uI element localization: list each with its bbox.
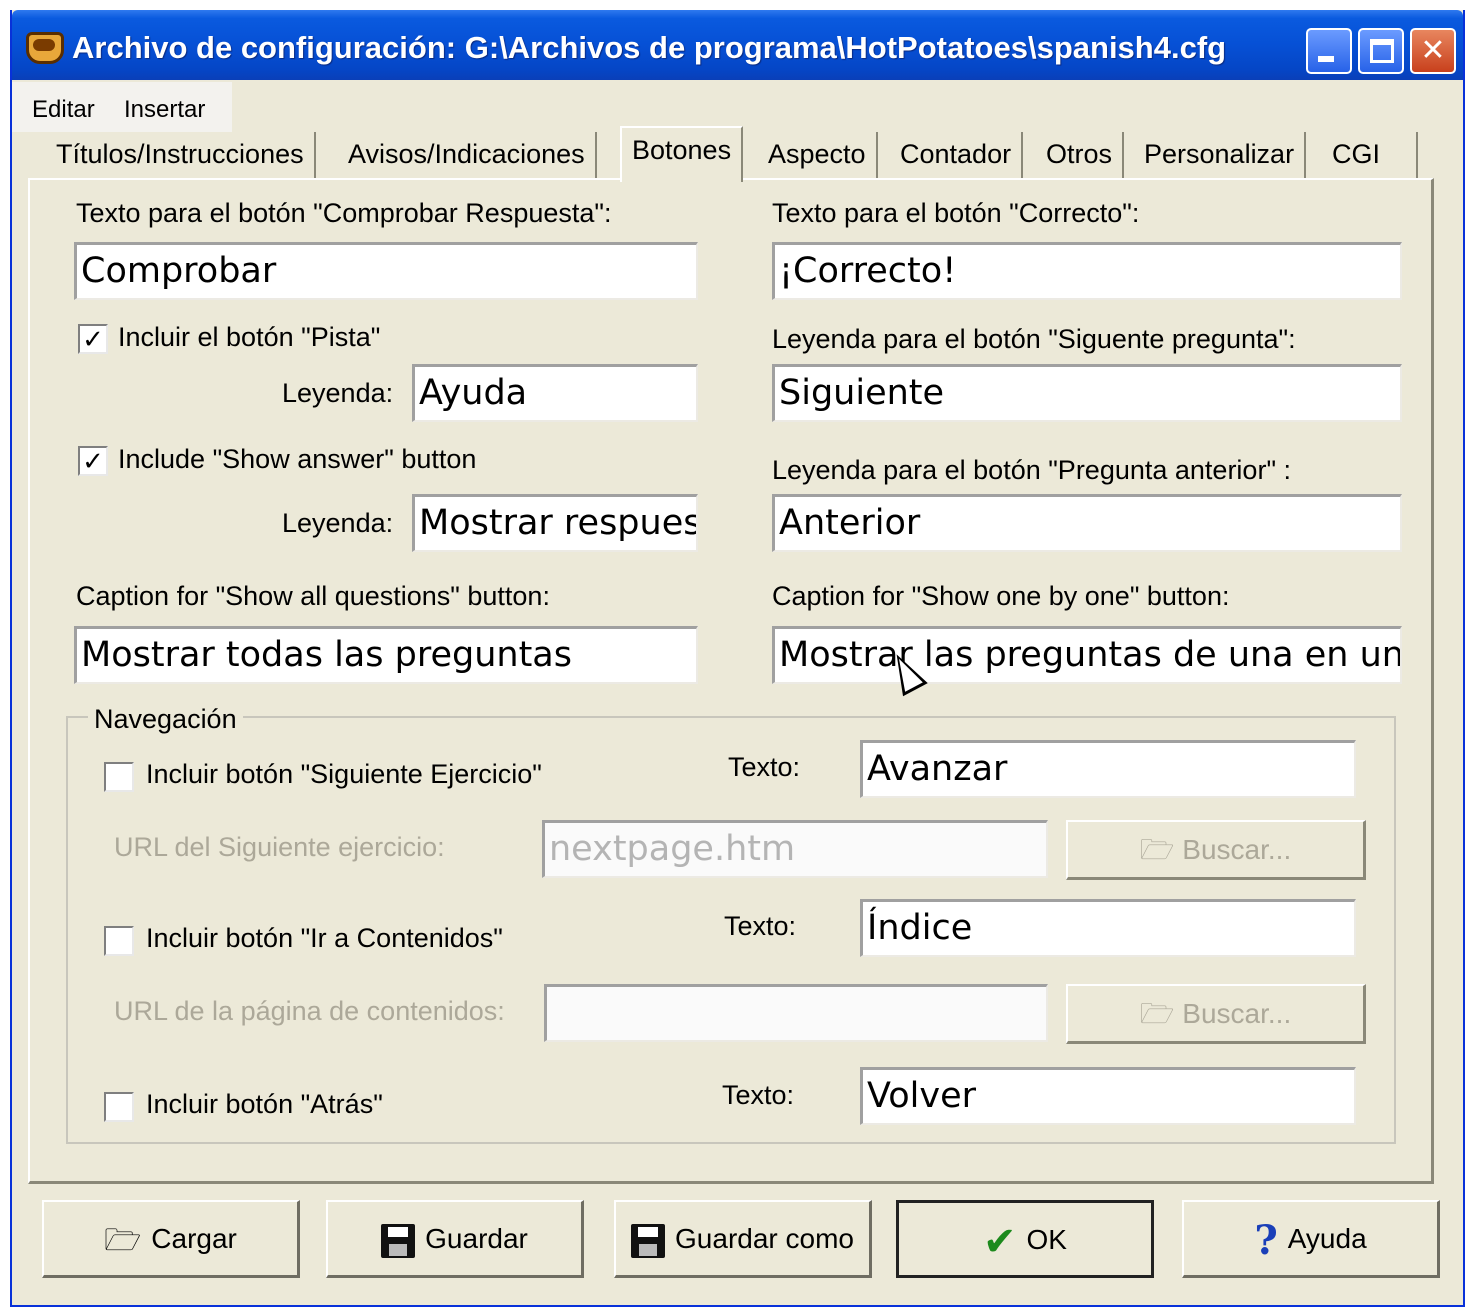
show-one-input[interactable]: Mostrar las preguntas de una en una: [772, 626, 1402, 684]
tab-avisos[interactable]: Avisos/Indicaciones: [338, 132, 597, 180]
menu-bar: Editar Insertar: [12, 82, 232, 132]
menu-editar[interactable]: Editar: [32, 96, 95, 124]
help-button-label: Ayuda: [1287, 1223, 1367, 1254]
folder-open-icon: 🗁: [1139, 998, 1183, 1029]
tab-botones[interactable]: Botones: [620, 126, 744, 182]
maximize-icon: [1370, 39, 1394, 63]
prev-question-input[interactable]: Anterior: [772, 494, 1402, 552]
next-question-label: Leyenda para el botón "Siguente pregunta…: [772, 324, 1296, 354]
tab-contador[interactable]: Contador: [890, 132, 1024, 180]
hint-caption-input[interactable]: Ayuda: [412, 364, 698, 422]
contents-checkbox[interactable]: [104, 926, 134, 956]
floppy-disk-icon: [381, 1223, 416, 1258]
save-as-button[interactable]: Guardar como: [614, 1200, 872, 1278]
contents-text-label: Texto:: [724, 911, 797, 941]
show-answer-checkbox[interactable]: ✓: [78, 446, 108, 476]
tab-otros[interactable]: Otros: [1036, 132, 1125, 180]
floppy-disk-save-as-icon: [631, 1223, 666, 1258]
minimize-button[interactable]: [1306, 28, 1352, 74]
contents-text-input[interactable]: Índice: [860, 899, 1356, 957]
show-all-label: Caption for "Show all questions" button:: [76, 581, 550, 611]
tab-strip: Títulos/Instrucciones Avisos/Indicacione…: [30, 126, 1430, 182]
show-answer-caption-label: Leyenda:: [282, 508, 394, 538]
check-icon: ✔: [983, 1219, 1017, 1264]
save-button-label: Guardar: [425, 1223, 528, 1254]
ok-button-label: OK: [1026, 1224, 1067, 1255]
load-button[interactable]: 🗁 Cargar: [42, 1200, 300, 1278]
show-all-input[interactable]: Mostrar todas las preguntas: [74, 626, 698, 684]
contents-checkbox-label: Incluir botón "Ir a Contenidos": [146, 923, 503, 953]
load-button-label: Cargar: [151, 1223, 237, 1254]
back-text-input[interactable]: Volver: [860, 1067, 1356, 1125]
contents-url-label: URL de la página de contenidos:: [114, 996, 505, 1026]
hint-checkbox[interactable]: ✓: [78, 324, 108, 354]
next-question-input[interactable]: Siguiente: [772, 364, 1402, 422]
ok-button[interactable]: ✔ OK: [896, 1200, 1154, 1278]
help-button[interactable]: ? Ayuda: [1182, 1200, 1440, 1278]
help-question-icon: ?: [1254, 1216, 1278, 1264]
show-answer-caption-input[interactable]: Mostrar respuest: [412, 494, 698, 552]
tab-titulos[interactable]: Títulos/Instrucciones: [46, 132, 316, 180]
tab-cgi[interactable]: CGI: [1322, 132, 1418, 180]
back-checkbox-label: Incluir botón "Atrás": [146, 1089, 383, 1119]
back-text-label: Texto:: [722, 1080, 795, 1110]
next-exercise-text-label: Texto:: [728, 752, 801, 782]
contents-url-input[interactable]: [544, 984, 1048, 1042]
hint-caption-label: Leyenda:: [282, 378, 394, 408]
check-answer-input[interactable]: Comprobar: [74, 242, 698, 300]
browse-label: Buscar...: [1182, 834, 1292, 865]
next-exercise-url-label: URL del Siguiente ejercicio:: [114, 832, 445, 862]
close-icon: ✕: [1420, 34, 1446, 67]
close-button[interactable]: ✕: [1410, 28, 1456, 74]
save-as-button-label: Guardar como: [675, 1223, 854, 1254]
tab-aspecto[interactable]: Aspecto: [758, 132, 878, 180]
correct-label: Texto para el botón "Correcto":: [772, 198, 1140, 228]
correct-input[interactable]: ¡Correcto!: [772, 242, 1402, 300]
next-exercise-text-input[interactable]: Avanzar: [860, 740, 1356, 798]
browse-next-exercise-button[interactable]: 🗁 Buscar...: [1066, 820, 1366, 880]
show-one-label: Caption for "Show one by one" button:: [772, 581, 1230, 611]
folder-open-icon: 🗁: [1139, 834, 1183, 865]
browse-label: Buscar...: [1182, 998, 1292, 1029]
menu-insertar[interactable]: Insertar: [124, 96, 205, 124]
maximize-button[interactable]: [1358, 28, 1404, 74]
show-answer-checkbox-label: Include "Show answer" button: [118, 444, 477, 474]
folder-open-icon: 🗁: [104, 1223, 142, 1257]
hint-checkbox-label: Incluir el botón "Pista": [118, 322, 381, 352]
hotpotatoes-app-icon: [26, 32, 64, 64]
window-title: Archivo de configuración: G:\Archivos de…: [72, 30, 1227, 65]
prev-question-label: Leyenda para el botón "Pregunta anterior…: [772, 455, 1292, 485]
browse-contents-button[interactable]: 🗁 Buscar...: [1066, 984, 1366, 1044]
check-answer-label: Texto para el botón "Comprobar Respuesta…: [76, 198, 612, 228]
title-bar[interactable]: Archivo de configuración: G:\Archivos de…: [12, 10, 1463, 80]
navigation-group-title: Navegación: [88, 704, 243, 735]
next-exercise-url-input[interactable]: nextpage.htm: [542, 820, 1048, 878]
back-checkbox[interactable]: [104, 1092, 134, 1122]
minimize-icon: [1318, 56, 1334, 62]
next-exercise-checkbox[interactable]: [104, 762, 134, 792]
next-exercise-checkbox-label: Incluir botón "Siguiente Ejercicio": [146, 759, 542, 789]
save-button[interactable]: Guardar: [326, 1200, 584, 1278]
tab-personalizar[interactable]: Personalizar: [1134, 132, 1307, 180]
